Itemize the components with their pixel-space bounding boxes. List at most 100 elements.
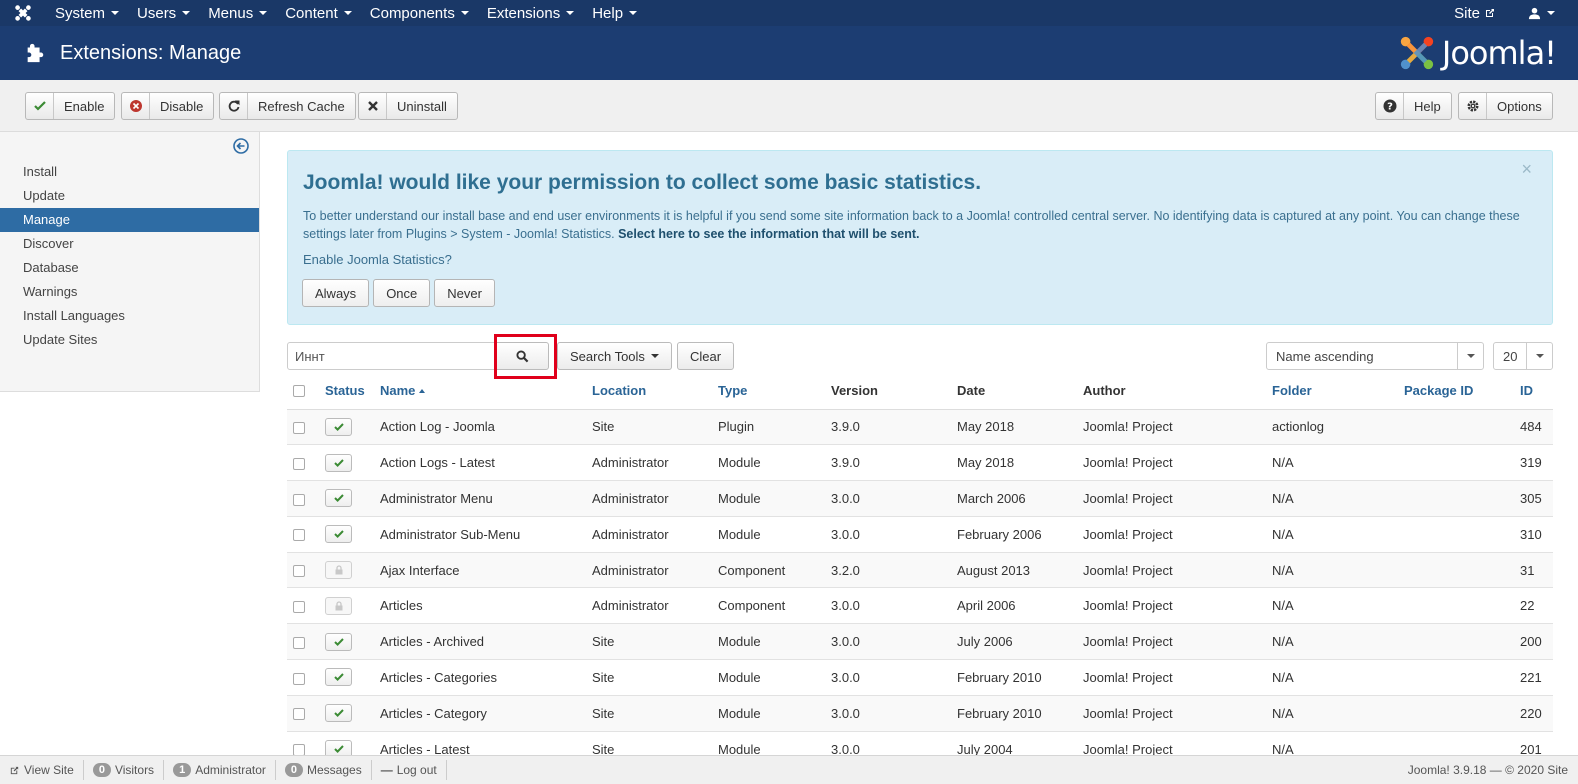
search-tools-label: Search Tools — [570, 348, 645, 364]
visitors-label: Visitors — [114, 763, 155, 777]
col-status[interactable]: Status — [319, 372, 374, 410]
logout-link[interactable]: — Log out — [372, 760, 447, 780]
never-button[interactable]: Never — [434, 279, 495, 307]
stats-info-link[interactable]: Select here to see the information that … — [618, 227, 919, 241]
row-checkbox[interactable] — [293, 600, 305, 613]
cell-id: 305 — [1514, 480, 1553, 517]
row-status-cell — [319, 694, 374, 732]
cell-name[interactable]: Administrator Sub-Menu — [374, 515, 586, 553]
col-package-id[interactable]: Package ID — [1398, 372, 1514, 410]
version-info: Joomla! 3.9.18 — © 2020 Site — [1407, 763, 1568, 777]
collapse-sidebar-icon[interactable] — [233, 138, 249, 154]
cell-name[interactable]: Ajax Interface — [374, 551, 586, 588]
row-status-cell — [319, 551, 374, 588]
col-folder[interactable]: Folder — [1266, 372, 1398, 410]
sidebar-item-manage[interactable]: Manage — [0, 208, 259, 232]
search-input[interactable] — [287, 342, 495, 370]
row-checkbox[interactable] — [293, 708, 305, 721]
nav-menu-users[interactable]: Users — [128, 0, 199, 26]
nav-menu-label: Menus — [208, 4, 254, 22]
nav-menu-menus[interactable]: Menus — [199, 0, 276, 26]
nav-menu-components[interactable]: Components — [361, 0, 478, 26]
cell-name[interactable]: Articles — [374, 587, 586, 624]
svg-text:?: ? — [1387, 102, 1393, 113]
joomla-logo-icon[interactable] — [0, 0, 46, 26]
once-button[interactable]: Once — [373, 279, 431, 307]
cell-folder: N/A — [1266, 551, 1398, 588]
messages-link[interactable]: 0 Messages — [276, 760, 372, 780]
cell-folder: N/A — [1266, 694, 1398, 732]
row-checkbox[interactable] — [293, 672, 305, 685]
view-site-link[interactable]: View Site — [0, 760, 84, 780]
nav-menu-extensions[interactable]: Extensions — [478, 0, 583, 26]
close-icon[interactable]: × — [1521, 159, 1532, 180]
always-button[interactable]: Always — [302, 279, 370, 307]
sidebar-item-update-sites[interactable]: Update Sites — [0, 328, 259, 352]
row-checkbox[interactable] — [293, 636, 305, 649]
status-enabled-button[interactable] — [325, 417, 352, 436]
nav-menu-content[interactable]: Content — [276, 0, 361, 26]
row-checkbox[interactable] — [293, 565, 305, 578]
col-type[interactable]: Type — [712, 372, 825, 410]
joomla-brand: Joomla! — [1398, 34, 1557, 72]
status-enabled-button[interactable] — [325, 668, 352, 687]
status-enabled-button[interactable] — [325, 525, 352, 544]
row-select-cell — [287, 480, 319, 517]
brand-text: Joomla! — [1441, 34, 1557, 72]
sidebar-item-install-languages[interactable]: Install Languages — [0, 304, 259, 328]
table-row: Administrator Sub-Menu Administrator Modul… — [287, 515, 1553, 553]
cell-name[interactable]: Action Log - Joomla — [374, 408, 586, 445]
cell-type: Module — [712, 623, 825, 660]
status-enabled-button[interactable] — [325, 632, 352, 651]
limit-select[interactable]: 20 — [1493, 342, 1553, 370]
help-button[interactable]: ? Help — [1375, 92, 1452, 120]
search-tools-button[interactable]: Search Tools — [557, 342, 672, 370]
select-all-checkbox[interactable] — [293, 385, 305, 398]
cell-author: Joomla! Project — [1077, 408, 1266, 445]
site-link[interactable]: Site — [1445, 0, 1505, 26]
sidebar-item-update[interactable]: Update — [0, 184, 259, 208]
disable-button[interactable]: Disable — [121, 92, 215, 120]
nav-menu-system[interactable]: System — [46, 0, 128, 26]
col-location[interactable]: Location — [586, 372, 712, 410]
chevron-down-icon — [566, 11, 575, 15]
cell-name[interactable]: Administrator Menu — [374, 480, 586, 517]
options-button[interactable]: Options — [1458, 92, 1553, 120]
check-icon — [333, 745, 344, 754]
nav-menu-help[interactable]: Help — [583, 0, 646, 26]
clear-button[interactable]: Clear — [677, 342, 735, 370]
joomla-logo-icon — [1400, 36, 1434, 70]
status-enabled-button[interactable] — [325, 704, 352, 723]
row-checkbox[interactable] — [293, 457, 305, 470]
enable-button[interactable]: Enable — [25, 92, 116, 120]
uninstall-button[interactable]: Uninstall — [358, 92, 458, 120]
row-checkbox[interactable] — [293, 529, 305, 542]
row-checkbox[interactable] — [293, 421, 305, 434]
refresh-cache-button[interactable]: Refresh Cache — [219, 92, 356, 120]
chevron-down-icon — [182, 11, 191, 15]
chevron-down-icon — [1547, 11, 1555, 15]
cell-name[interactable]: Articles - Categories — [374, 659, 586, 696]
search-button[interactable] — [495, 342, 549, 370]
cell-name[interactable]: Articles - Category — [374, 694, 586, 732]
sidebar-item-warnings[interactable]: Warnings — [0, 280, 259, 304]
cell-version: 3.9.0 — [825, 444, 951, 481]
cell-date: May 2018 — [951, 444, 1077, 481]
administrator-label: Administrator — [195, 763, 266, 777]
ordering-select[interactable]: Name ascending — [1266, 342, 1484, 370]
cell-type: Component — [712, 551, 825, 588]
sidebar-item-database[interactable]: Database — [0, 256, 259, 280]
cell-type: Module — [712, 444, 825, 481]
chevron-down-icon — [1466, 354, 1475, 358]
col-name[interactable]: Name — [374, 372, 586, 410]
sidebar-item-discover[interactable]: Discover — [0, 232, 259, 256]
sidebar-item-install[interactable]: Install — [0, 160, 259, 184]
user-menu[interactable] — [1519, 0, 1564, 26]
status-enabled-button[interactable] — [325, 453, 352, 472]
cell-name[interactable]: Articles - Archived — [374, 623, 586, 660]
col-id[interactable]: ID — [1514, 372, 1553, 410]
row-checkbox[interactable] — [293, 493, 305, 506]
check-icon — [333, 673, 344, 682]
cell-name[interactable]: Action Logs - Latest — [374, 444, 586, 481]
status-enabled-button[interactable] — [325, 489, 352, 508]
